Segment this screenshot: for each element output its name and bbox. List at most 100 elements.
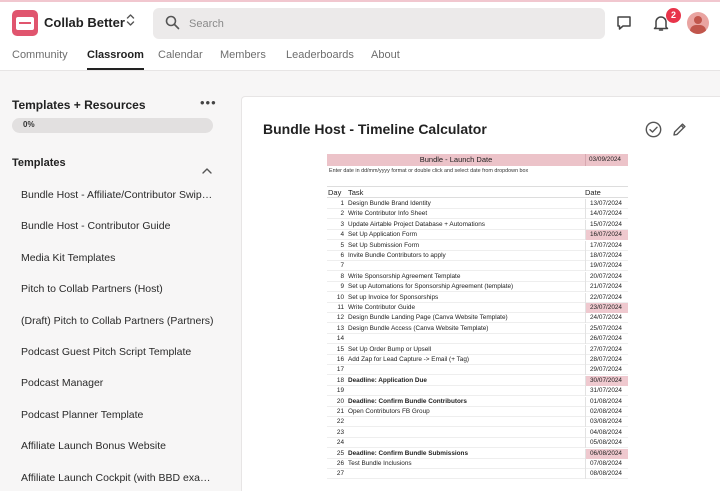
lesson-item[interactable]: Affiliate Launch Cockpit (with BBD examp… <box>21 472 217 484</box>
table-row: 6 Invite Bundle Contributors to apply 18/0… <box>327 251 628 261</box>
row-day: 20 <box>336 397 344 405</box>
table-row: 2 Write Contributor Info Sheet 14/07/2024 <box>327 209 628 220</box>
lesson-item[interactable]: Podcast Guest Pitch Script Template <box>21 346 217 358</box>
row-task: Set Up Submission Form <box>348 241 420 249</box>
row-day: 16 <box>336 356 344 363</box>
row-day: 13 <box>336 324 344 332</box>
progress-bar: 0% <box>12 118 213 133</box>
row-date: 23/07/2024 <box>585 303 628 313</box>
row-day: 6 <box>340 252 344 259</box>
tab-members[interactable]: Members <box>220 49 266 61</box>
table-row: 13 Design Bundle Access (Canva Website Te… <box>327 323 628 334</box>
row-day: 15 <box>336 345 344 353</box>
row-date: 31/07/2024 <box>585 386 628 397</box>
course-sidebar: Templates + Resources ••• 0% Templates B… <box>0 71 228 491</box>
timeline-spreadsheet: Bundle - Launch Date 03/09/2024 Enter da… <box>327 154 628 480</box>
section-title[interactable]: Templates <box>12 157 66 169</box>
lesson-item[interactable]: Bundle Host - Affiliate/Contributor Swip… <box>21 189 217 201</box>
row-task: Design Bundle Landing Page (Canva Websit… <box>348 314 508 322</box>
row-date: 15/07/2024 <box>585 219 628 230</box>
more-dots-icon[interactable]: ••• <box>200 95 217 110</box>
lesson-item[interactable]: Bundle Host - Contributor Guide <box>21 220 217 232</box>
table-row: 4 Set Up Application Form 16/07/2024 <box>327 230 628 241</box>
row-date: 21/07/2024 <box>585 282 628 293</box>
row-date: 14/07/2024 <box>585 209 628 220</box>
chevron-up-icon[interactable] <box>202 161 212 179</box>
lesson-item[interactable]: Media Kit Templates <box>21 252 217 264</box>
table-row: 25 Deadline: Confirm Bundle Submissions 06… <box>327 448 628 459</box>
row-task: Invite Bundle Contributors to apply <box>348 252 446 259</box>
tab-about[interactable]: About <box>371 49 400 61</box>
row-date: 16/07/2024 <box>585 230 628 241</box>
row-date: 28/07/2024 <box>585 355 628 365</box>
search-input[interactable] <box>189 14 589 33</box>
row-date: 13/07/2024 <box>585 199 628 209</box>
top-bar: Collab Better 2 <box>0 0 720 44</box>
row-task: Deadline: Confirm Bundle Contributors <box>348 397 467 405</box>
row-day: 10 <box>336 293 344 301</box>
table-row: 21 Open Contributors FB Group 02/08/2024 <box>327 407 628 417</box>
table-row: 5 Set Up Submission Form 17/07/2024 <box>327 240 628 251</box>
tab-classroom[interactable]: Classroom <box>87 49 144 70</box>
tab-community[interactable]: Community <box>12 49 68 61</box>
row-date: 17/07/2024 <box>585 240 628 251</box>
row-task: Open Contributors FB Group <box>348 408 430 415</box>
table-row: 15 Set Up Order Bump or Upsell 27/07/2024 <box>327 344 628 355</box>
sheet-header: Bundle - Launch Date 03/09/2024 <box>327 154 628 166</box>
switcher-chevron-icon[interactable] <box>126 13 135 28</box>
pencil-icon[interactable] <box>672 122 687 142</box>
check-circle-icon[interactable] <box>645 121 662 143</box>
tab-calendar[interactable]: Calendar <box>158 49 203 61</box>
row-day: 14 <box>336 335 344 343</box>
col-day: Day <box>328 188 342 197</box>
page-title: Bundle Host - Timeline Calculator <box>263 121 487 137</box>
table-row: 23 04/08/2024 <box>327 427 628 438</box>
table-row: 27 08/08/2024 <box>327 469 628 480</box>
tab-leaderboards[interactable]: Leaderboards <box>286 49 354 61</box>
row-day: 25 <box>336 449 344 457</box>
app-logo-icon[interactable] <box>12 10 38 36</box>
avatar[interactable] <box>687 12 709 34</box>
row-day: 11 <box>337 304 344 311</box>
table-row: 3 Update Airtable Project Database + Auto… <box>327 219 628 230</box>
table-row: 22 03/08/2024 <box>327 417 628 428</box>
row-date: 04/08/2024 <box>585 427 628 438</box>
row-day: 8 <box>340 272 344 280</box>
lesson-item[interactable]: Podcast Planner Template <box>21 409 217 421</box>
row-date: 06/08/2024 <box>585 448 628 459</box>
row-date: 26/07/2024 <box>585 334 628 345</box>
notification-badge: 2 <box>666 8 681 23</box>
chat-icon[interactable] <box>615 14 633 37</box>
table-row: 14 26/07/2024 <box>327 334 628 345</box>
row-task: Write Sponsorship Agreement Template <box>348 272 461 280</box>
row-day: 7 <box>340 262 344 270</box>
row-day: 17 <box>336 366 344 374</box>
table-row: 17 29/07/2024 <box>327 365 628 376</box>
launch-date-cell[interactable]: 03/09/2024 <box>589 156 621 163</box>
course-title: Templates + Resources <box>12 98 146 112</box>
row-day: 12 <box>336 314 344 322</box>
lesson-item[interactable]: Affiliate Launch Bonus Website <box>21 440 217 452</box>
lesson-item[interactable]: (Draft) Pitch to Collab Partners (Partne… <box>21 315 217 327</box>
table-row: 7 19/07/2024 <box>327 261 628 272</box>
app-name[interactable]: Collab Better <box>44 15 125 30</box>
table-row: 24 05/08/2024 <box>327 438 628 449</box>
table-row: 1 Design Bundle Brand Identity 13/07/2024 <box>327 199 628 209</box>
row-date: 02/08/2024 <box>585 407 628 417</box>
sheet-header-title: Bundle - Launch Date <box>419 155 493 164</box>
row-date: 08/08/2024 <box>585 469 628 480</box>
row-day: 26 <box>336 460 344 467</box>
table-row: 8 Write Sponsorship Agreement Template 20/… <box>327 271 628 282</box>
table-row: 20 Deadline: Confirm Bundle Contributors 0… <box>327 396 628 407</box>
sheet-instructions: Enter date in dd/mm/yyyy format or doubl… <box>329 168 529 174</box>
search-bar <box>153 8 605 39</box>
row-task: Deadline: Confirm Bundle Submissions <box>348 449 469 457</box>
row-date: 30/07/2024 <box>585 375 628 386</box>
lesson-item[interactable]: Podcast Manager <box>21 377 217 389</box>
table-row: 16 Add Zap for Lead Capture -> Email (+ T… <box>327 355 628 365</box>
row-date: 29/07/2024 <box>585 365 628 376</box>
table-row: 26 Test Bundle Inclusions 07/08/2024 <box>327 459 628 469</box>
lesson-item[interactable]: Pitch to Collab Partners (Host) <box>21 283 217 295</box>
row-date: 25/07/2024 <box>585 323 628 334</box>
row-date: 22/07/2024 <box>585 292 628 303</box>
